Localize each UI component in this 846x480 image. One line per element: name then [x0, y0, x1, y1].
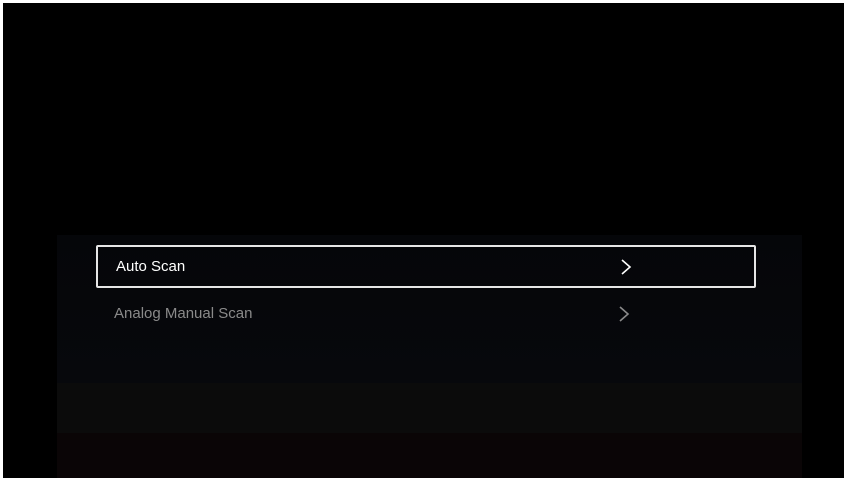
- menu-item-label: Analog Manual Scan: [114, 305, 253, 322]
- chevron-right-icon: [618, 305, 630, 322]
- footer-band-lower: [57, 433, 802, 478]
- tv-screen: [3, 3, 844, 478]
- chevron-right-icon: [620, 258, 632, 275]
- menu-item-label: Auto Scan: [116, 258, 186, 275]
- menu-item-analog-manual-scan[interactable]: Analog Manual Scan: [96, 292, 756, 335]
- footer-band: [57, 383, 802, 433]
- menu-item-auto-scan[interactable]: Auto Scan: [96, 245, 756, 288]
